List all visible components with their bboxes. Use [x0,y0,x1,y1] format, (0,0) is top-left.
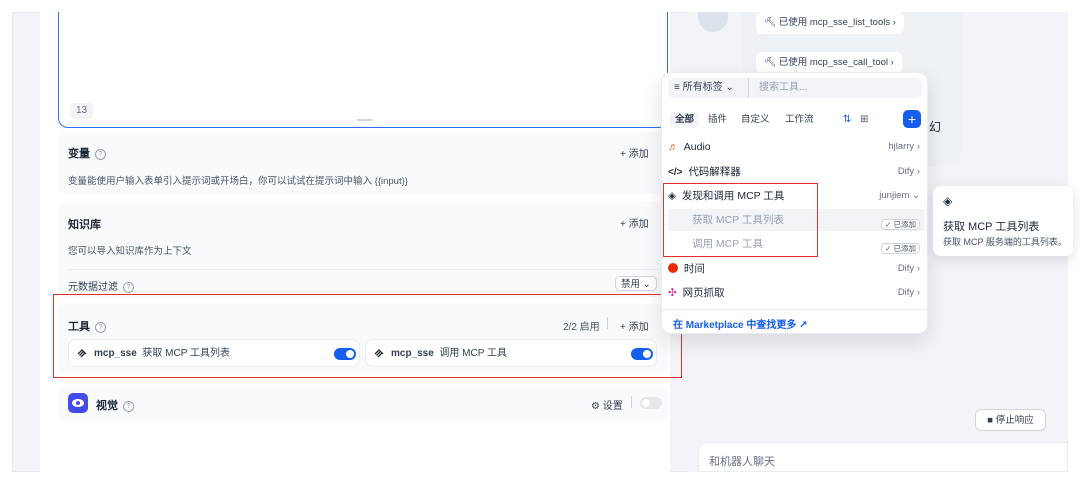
metadata-filter-label: 元数据过滤? [68,278,134,293]
marketplace-link[interactable]: 在 Marketplace 中查找更多 ↗ [673,316,808,331]
help-icon[interactable]: ? [123,282,134,293]
tool-provider-row[interactable]: ✣ 网页抓取 Dify › [668,282,924,304]
tag-filter-select[interactable]: ≡ 所有标签 ⌄ [668,78,748,98]
audio-icon: ♬ [668,141,679,153]
tool-provider-row[interactable]: </> 代码解释器 Dify › [668,161,924,183]
help-icon[interactable]: ? [123,401,134,412]
metadata-filter-select[interactable]: 禁用 ⌄ [615,276,657,291]
mcp-icon: ◈ [943,194,953,208]
add-variable-button[interactable]: + 添加 [620,145,649,160]
chevron-down-icon: ⌄ [642,279,651,290]
variables-title: 变量? [68,145,106,161]
tool-icon: 🔨︎ [764,17,777,28]
tool-used-chip[interactable]: 🔨︎ 已使用 mcp_sse_call_tool › [756,52,902,74]
resize-handle[interactable] [357,119,373,121]
tooltip-title: 获取 MCP 工具列表 [943,221,1040,233]
add-knowledge-button[interactable]: + 添加 [620,215,649,230]
chat-input[interactable]: 和机器人聊天 [698,442,1068,472]
stop-response-button[interactable]: ■ 停止响应 [975,409,1046,431]
added-badge: ✓ 已添加 [881,243,920,254]
vision-toggle[interactable] [640,397,662,409]
stop-icon: ■ [987,415,994,426]
variables-description: 变量能使用户输入表单引入提示词或开场白，你可以试试在提示词中输入 {{input… [68,176,408,187]
vision-settings-button[interactable]: ⚙ 设置 [591,397,623,412]
tool-tooltip: ◈ 获取 MCP 工具列表 获取 MCP 服务端的工具列表。 [933,186,1073,256]
gear-icon: ⚙ [591,401,600,412]
highlight-box [663,183,818,257]
filter-icon: ≡ [674,82,680,93]
tool-provider-row[interactable]: ♬ Audio hjlarry › [668,136,924,158]
tooltip-description: 获取 MCP 服务端的工具列表。 [943,237,1067,247]
help-icon[interactable]: ? [95,149,106,160]
sort-icon[interactable]: ⇅ [843,114,851,125]
view-toggle-icon[interactable]: ⊞ [860,114,868,125]
eye-icon [68,393,88,413]
tab-plugins[interactable]: 插件 [703,112,732,128]
code-icon: </> [668,167,683,178]
add-tool-plus-button[interactable]: + [903,110,921,128]
divider [631,396,632,408]
divider [68,269,658,270]
vision-title: 视觉? [96,397,134,413]
knowledge-title: 知识库 [68,219,101,231]
vision-section [58,386,668,422]
tool-used-chip[interactable]: 🔨︎ 已使用 mcp_sse_list_tools › [756,12,904,34]
chat-text: 幻 [929,120,942,134]
char-count-badge: 13 [70,103,94,119]
tab-custom[interactable]: 自定义 [736,112,775,128]
prompt-editor[interactable] [58,12,668,128]
clock-icon [668,263,678,273]
knowledge-description: 您可以导入知识库作为上下文 [68,246,192,257]
added-badge: ✓ 已添加 [881,219,920,230]
tool-provider-row[interactable]: 时间 Dify › [668,258,924,280]
highlight-box [53,294,682,378]
tab-workflow[interactable]: 工作流 [780,112,819,128]
tool-search-input[interactable]: 搜索工具... [748,78,922,98]
tool-icon: 🔨︎ [764,57,777,68]
tab-all[interactable]: 全部 [670,112,700,128]
divider [661,309,928,310]
web-scrape-icon: ✣ [668,287,677,299]
